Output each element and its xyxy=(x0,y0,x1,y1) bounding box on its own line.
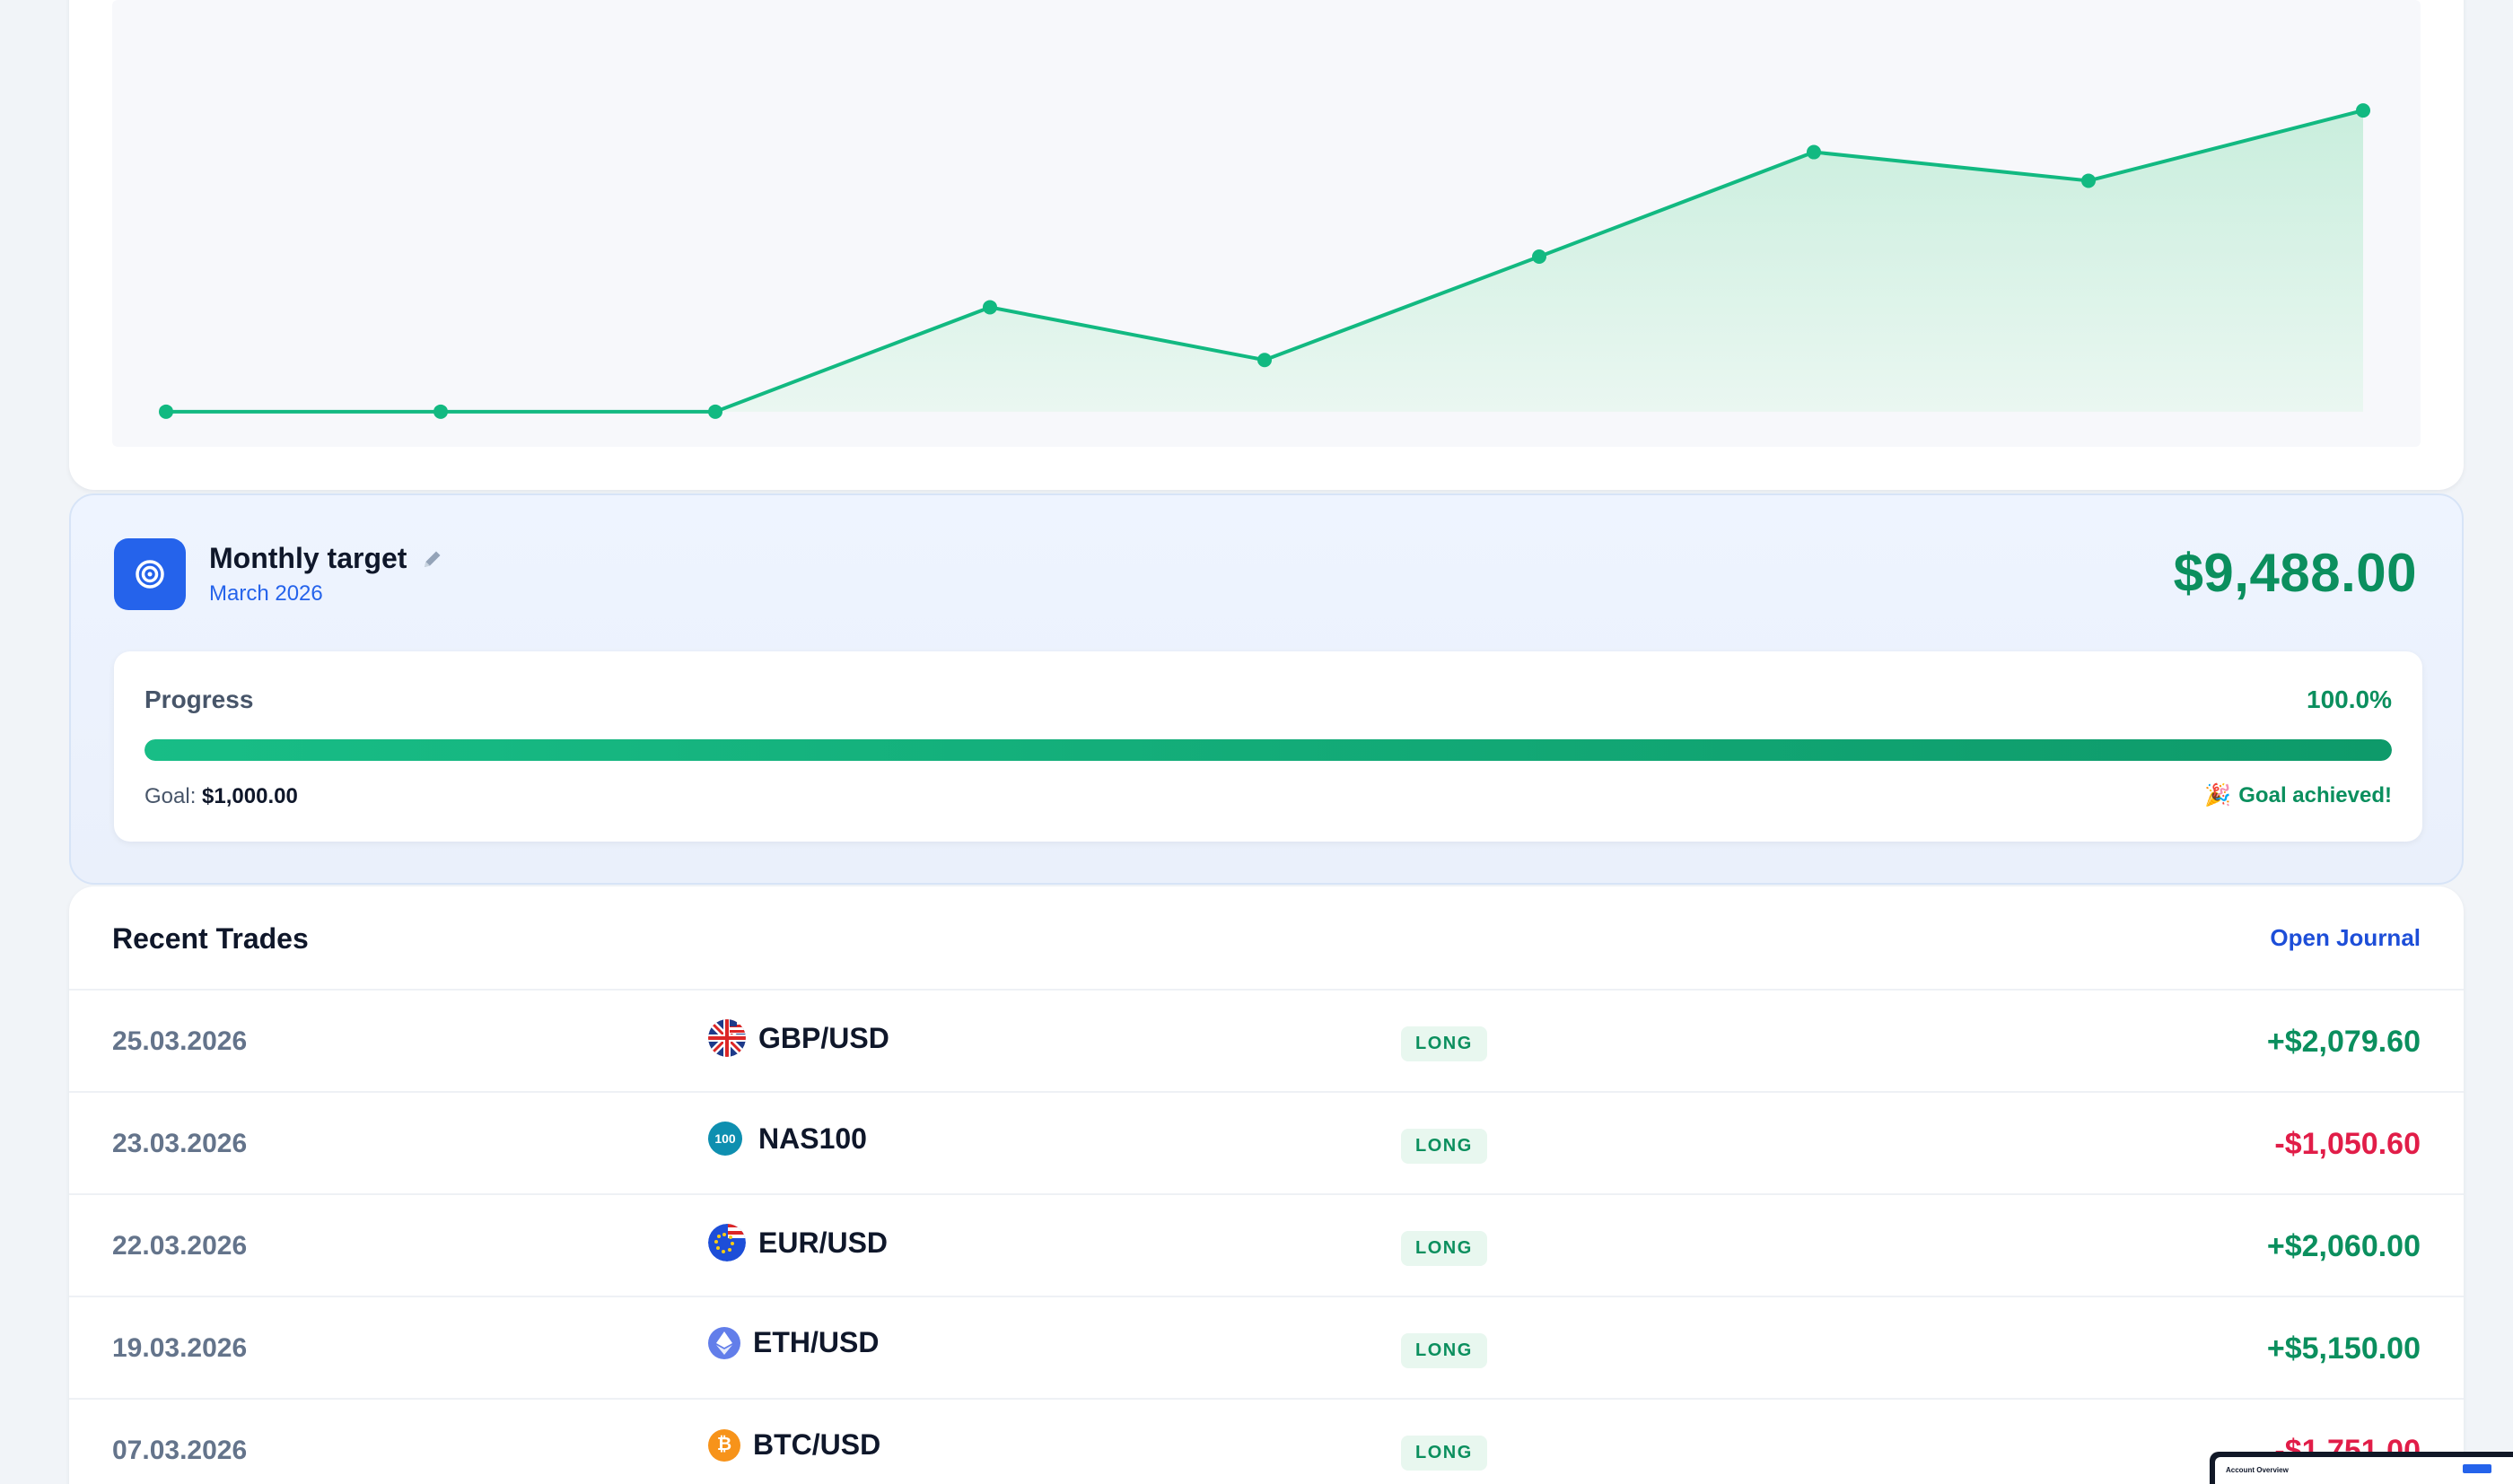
trade-row[interactable]: 19.03.2026 ETH/USD LONG +$5,150.00 xyxy=(69,1297,2464,1400)
trade-row[interactable]: 23.03.2026 100 NAS100 LONG -$1,050.60 xyxy=(69,1093,2464,1195)
bitcoin-icon: ₿ xyxy=(708,1428,740,1462)
goal-achieved: 🎉 Goal achieved! xyxy=(2204,782,2392,808)
equity-chart-card xyxy=(69,0,2464,490)
progress-bar-fill xyxy=(144,739,2392,761)
trade-row[interactable]: 07.03.2026 ₿ BTC/USD LONG -$1,751.00 xyxy=(69,1400,2464,1484)
trade-date: 19.03.2026 xyxy=(112,1333,248,1363)
window-thumbnail[interactable]: Account Overview xyxy=(2210,1452,2513,1484)
chart-point[interactable] xyxy=(1257,353,1272,368)
nas100-icon-text: 100 xyxy=(714,1131,736,1146)
chart-point[interactable] xyxy=(983,300,997,315)
trade-symbol-text: NAS100 xyxy=(758,1122,867,1155)
trade-date: 07.03.2026 xyxy=(112,1436,248,1465)
side-badge: LONG xyxy=(1401,1129,1487,1164)
trade-row[interactable]: 22.03.2026 EUR/USD LONG +$2,060.00 xyxy=(69,1195,2464,1297)
recent-trades-header: Recent Trades Open Journal xyxy=(69,886,2464,991)
trade-date: 22.03.2026 xyxy=(112,1231,248,1261)
trade-pnl: -$1,050.60 xyxy=(2274,1127,2421,1161)
progress-panel: Progress 100.0% Goal: $1,000.00 🎉 Goal a… xyxy=(114,651,2422,842)
window-thumbnail-title: Account Overview xyxy=(2226,1466,2289,1474)
target-title: Monthly target xyxy=(209,542,407,574)
chart-point[interactable] xyxy=(708,404,722,419)
side-badge: LONG xyxy=(1401,1333,1487,1368)
trade-date: 25.03.2026 xyxy=(112,1026,248,1056)
monthly-target-card: Monthly target March 2026 $9,488.00 Prog… xyxy=(69,493,2464,885)
progress-percent: 100.0% xyxy=(2307,685,2392,713)
trade-row[interactable]: 25.03.2026 GBP/USD LONG +$2,079.60 xyxy=(69,991,2464,1093)
party-popper-icon: 🎉 xyxy=(2204,783,2232,807)
gbp-usd-flag-icon xyxy=(708,1019,746,1057)
chart-point[interactable] xyxy=(2081,173,2096,188)
target-icon xyxy=(114,538,186,610)
chart-point[interactable] xyxy=(1807,144,1821,160)
equity-chart xyxy=(112,0,2421,447)
window-thumbnail-content: Account Overview xyxy=(2215,1457,2513,1484)
target-title-row: Monthly target xyxy=(209,542,444,575)
trade-symbol: ETH/USD xyxy=(708,1326,879,1359)
trade-symbol: 100 NAS100 xyxy=(708,1122,867,1156)
open-journal-link[interactable]: Open Journal xyxy=(2270,924,2421,952)
trade-symbol-text: ETH/USD xyxy=(753,1326,880,1358)
side-badge: LONG xyxy=(1401,1026,1487,1061)
goal-achieved-text: Goal achieved! xyxy=(2238,782,2392,807)
side-badge: LONG xyxy=(1401,1231,1487,1266)
goal-value: $1,000.00 xyxy=(202,784,298,808)
nas100-icon: 100 xyxy=(708,1122,742,1156)
trade-symbol: ₿ BTC/USD xyxy=(708,1428,880,1462)
goal-label: Goal: xyxy=(144,784,197,808)
recent-trades-card: Recent Trades Open Journal 25.03.2026 GB… xyxy=(69,886,2464,1484)
edit-pencil-icon[interactable] xyxy=(421,547,444,571)
trade-symbol: EUR/USD xyxy=(708,1224,888,1261)
chart-point[interactable] xyxy=(2356,103,2370,118)
target-month: March 2026 xyxy=(209,581,323,606)
trade-date: 23.03.2026 xyxy=(112,1129,248,1158)
chart-point[interactable] xyxy=(159,404,173,419)
trade-symbol-text: BTC/USD xyxy=(753,1428,881,1461)
chart-point[interactable] xyxy=(1532,249,1546,264)
equity-chart-svg xyxy=(159,103,2370,419)
progress-bar xyxy=(144,739,2392,761)
trade-pnl: +$2,060.00 xyxy=(2266,1229,2421,1263)
trade-symbol-text: GBP/USD xyxy=(758,1021,889,1054)
progress-label: Progress xyxy=(144,685,254,713)
goal-text: Goal: $1,000.00 xyxy=(144,784,298,809)
target-amount: $9,488.00 xyxy=(2173,543,2417,603)
eur-usd-flag-icon xyxy=(708,1224,746,1261)
trade-pnl: +$5,150.00 xyxy=(2266,1331,2421,1366)
trade-pnl: +$2,079.60 xyxy=(2266,1025,2421,1059)
chart-point[interactable] xyxy=(433,404,448,419)
side-badge: LONG xyxy=(1401,1436,1487,1471)
trade-symbol-text: EUR/USD xyxy=(758,1226,889,1259)
ethereum-icon xyxy=(708,1326,740,1359)
recent-trades-title: Recent Trades xyxy=(112,922,309,955)
trade-symbol: GBP/USD xyxy=(708,1019,889,1057)
window-thumbnail-button xyxy=(2463,1464,2491,1473)
